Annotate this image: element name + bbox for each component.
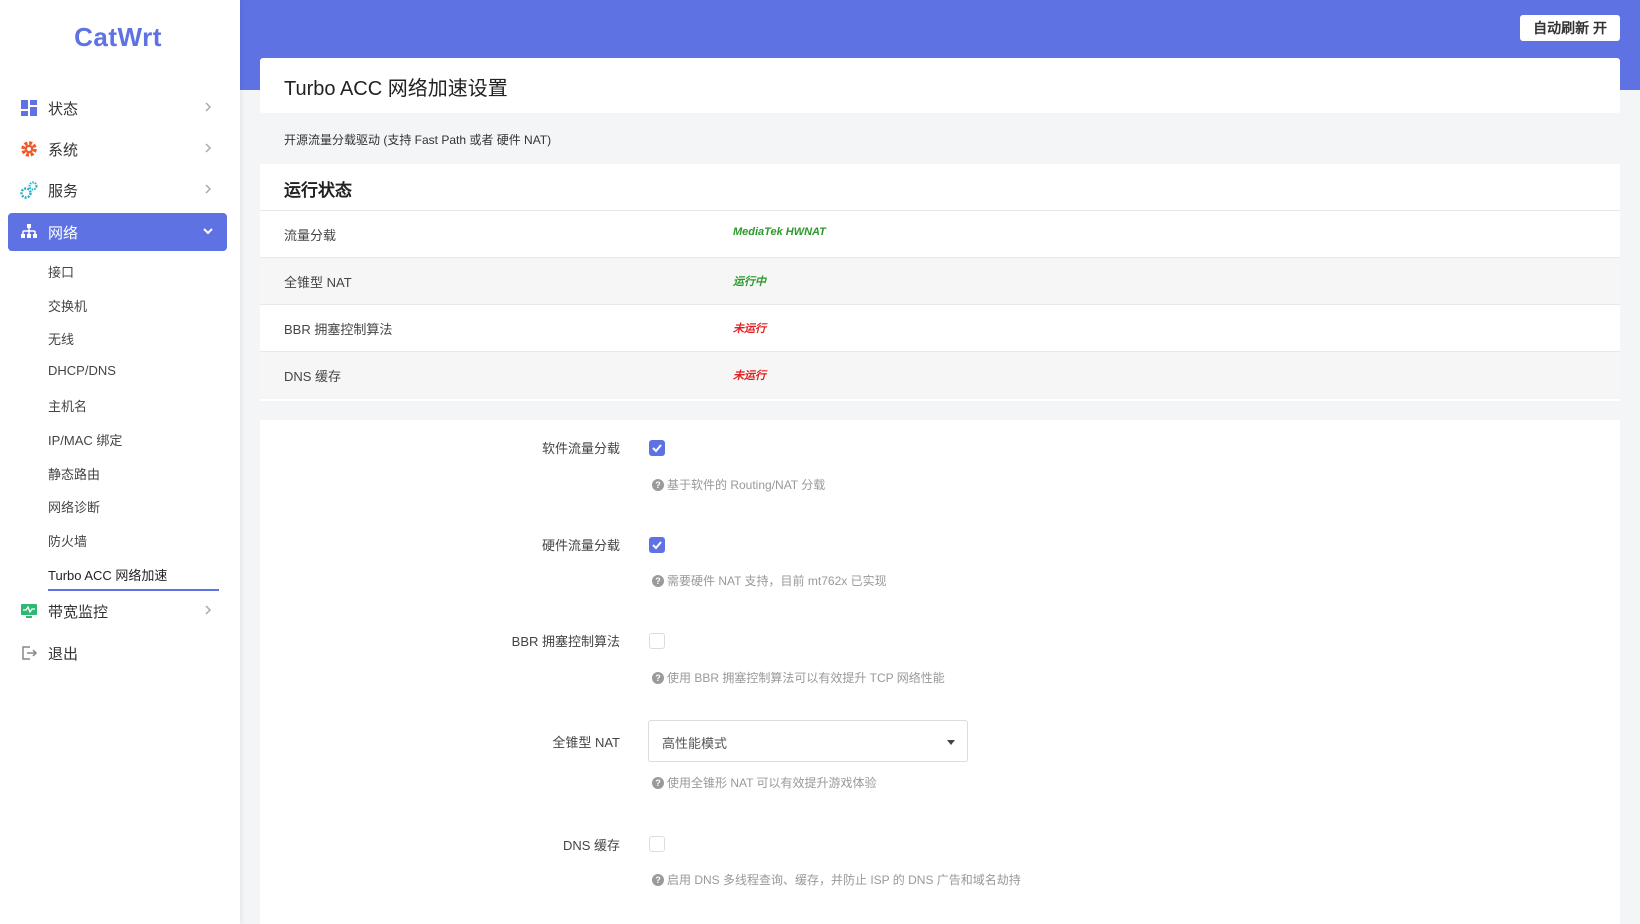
sidebar-subitem-static-routes[interactable]: 静态路由 [48,464,100,483]
sidebar-item-bandwidth-monitor[interactable]: 带宽监控 [8,592,227,630]
active-indicator [48,589,219,591]
fullcone-nat-label: 全锥型 NAT [552,735,620,750]
status-label: 全锥型 NAT [284,275,352,290]
help-icon: ? [652,776,664,789]
status-value: 未运行 [733,323,766,335]
title-card: Turbo ACC 网络加速设置 [260,58,1620,113]
status-label: DNS 缓存 [284,369,342,384]
dns-cache-hint: ? 启用 DNS 多线程查询、缓存，并防止 ISP 的 DNS 广告和域名劫持 [652,871,1021,888]
status-row: DNS 缓存 未运行 [260,351,1620,399]
dns-cache-label: DNS 缓存 [562,838,620,853]
sidebar-item-label: 带宽监控 [48,603,109,621]
auto-refresh-button[interactable]: 自动刷新 开 [1520,15,1620,41]
sidebar-subitem-diagnostics[interactable]: 网络诊断 [48,497,100,516]
status-value: MediaTek HWNAT [733,226,826,238]
network-icon [20,223,38,241]
hint-text: 基于软件的 Routing/NAT 分载 [667,478,826,492]
sidebar-subitem-firewall[interactable]: 防火墙 [48,531,87,550]
settings-form: 软件流量分载 ? 基于软件的 Routing/NAT 分载 硬件流量分载 ? 需… [260,420,1620,924]
sidebar-item-system[interactable]: 系统 [8,130,227,168]
status-row: 流量分载 MediaTek HWNAT [260,210,1620,258]
chevron-right-icon [205,102,212,112]
page-title: Turbo ACC 网络加速设置 [284,78,508,100]
logo[interactable]: CatWrt [0,22,236,53]
software-offload-label: 软件流量分载 [541,441,620,456]
software-offload-hint: ? 基于软件的 Routing/NAT 分载 [652,476,825,493]
sidebar-subitem-ip-mac-binding[interactable]: IP/MAC 绑定 [48,430,122,449]
caret-down-icon [947,740,955,745]
status-section: 运行状态 流量分载 MediaTek HWNAT 全锥型 NAT 运行中 BBR… [260,164,1620,401]
hint-text: 需要硬件 NAT 支持，目前 mt762x 已实现 [667,574,887,588]
sidebar-subitem-wireless[interactable]: 无线 [48,329,74,348]
hardware-offload-checkbox[interactable] [649,537,665,553]
status-label: 流量分载 [284,228,337,243]
sidebar-subitem-hostnames[interactable]: 主机名 [48,396,87,415]
hardware-offload-hint: ? 需要硬件 NAT 支持，目前 mt762x 已实现 [652,572,887,589]
software-offload-checkbox[interactable] [649,440,665,456]
gears-icon [20,181,38,199]
chevron-right-icon [205,184,212,194]
status-value: 运行中 [733,276,766,288]
sidebar-item-network[interactable]: 网络 [8,213,227,251]
help-icon: ? [652,671,664,684]
sidebar-item-label: 系统 [48,141,79,159]
hardware-offload-label: 硬件流量分载 [541,538,620,553]
sidebar-item-label: 网络 [48,224,79,242]
page-description: 开源流量分载驱动 (支持 Fast Path 或者 硬件 NAT) [284,133,552,147]
status-label: BBR 拥塞控制算法 [284,322,393,337]
status-row: BBR 拥塞控制算法 未运行 [260,304,1620,352]
chevron-right-icon [205,143,212,153]
help-icon: ? [652,574,664,587]
sidebar: CatWrt 状态 系统 服务 网络 接口 交换机 无线 DHCP/DNS 主机… [0,0,240,924]
checkmark-icon [652,444,662,453]
hint-text: 使用 BBR 拥塞控制算法可以有效提升 TCP 网络性能 [667,671,945,685]
dashboard-icon [20,99,38,117]
fullcone-nat-select[interactable]: 高性能模式 [648,720,968,762]
bbr-hint: ? 使用 BBR 拥塞控制算法可以有效提升 TCP 网络性能 [652,669,945,686]
section-title: 运行状态 [284,181,352,200]
chevron-down-icon [203,228,213,235]
dns-cache-checkbox[interactable] [649,836,665,852]
sidebar-item-services[interactable]: 服务 [8,171,227,209]
status-row: 全锥型 NAT 运行中 [260,257,1620,305]
sidebar-subitem-switch[interactable]: 交换机 [48,296,87,315]
sidebar-subitem-turbo-acc[interactable]: Turbo ACC 网络加速 [48,565,167,584]
bbr-label: BBR 拥塞控制算法 [511,634,620,649]
select-value: 高性能模式 [662,736,728,751]
sidebar-item-label: 服务 [48,182,79,200]
fullcone-nat-hint: ? 使用全锥形 NAT 可以有效提升游戏体验 [652,774,877,791]
sidebar-item-logout[interactable]: 退出 [8,634,227,672]
chevron-right-icon [205,605,212,615]
help-icon: ? [652,478,664,491]
sidebar-item-label: 状态 [48,100,79,118]
logout-icon [20,644,38,662]
hint-text: 启用 DNS 多线程查询、缓存，并防止 ISP 的 DNS 广告和域名劫持 [667,873,1021,887]
checkmark-icon [652,541,662,550]
gear-icon [20,140,38,158]
hint-text: 使用全锥形 NAT 可以有效提升游戏体验 [667,776,877,790]
status-value: 未运行 [733,370,766,382]
sidebar-subitem-dhcp-dns[interactable]: DHCP/DNS [48,363,116,378]
sidebar-subitem-interfaces[interactable]: 接口 [48,262,74,281]
bbr-checkbox[interactable] [649,633,665,649]
sidebar-item-status[interactable]: 状态 [8,89,227,127]
sidebar-item-label: 退出 [48,645,79,663]
monitor-icon [20,602,38,620]
help-icon: ? [652,873,664,886]
